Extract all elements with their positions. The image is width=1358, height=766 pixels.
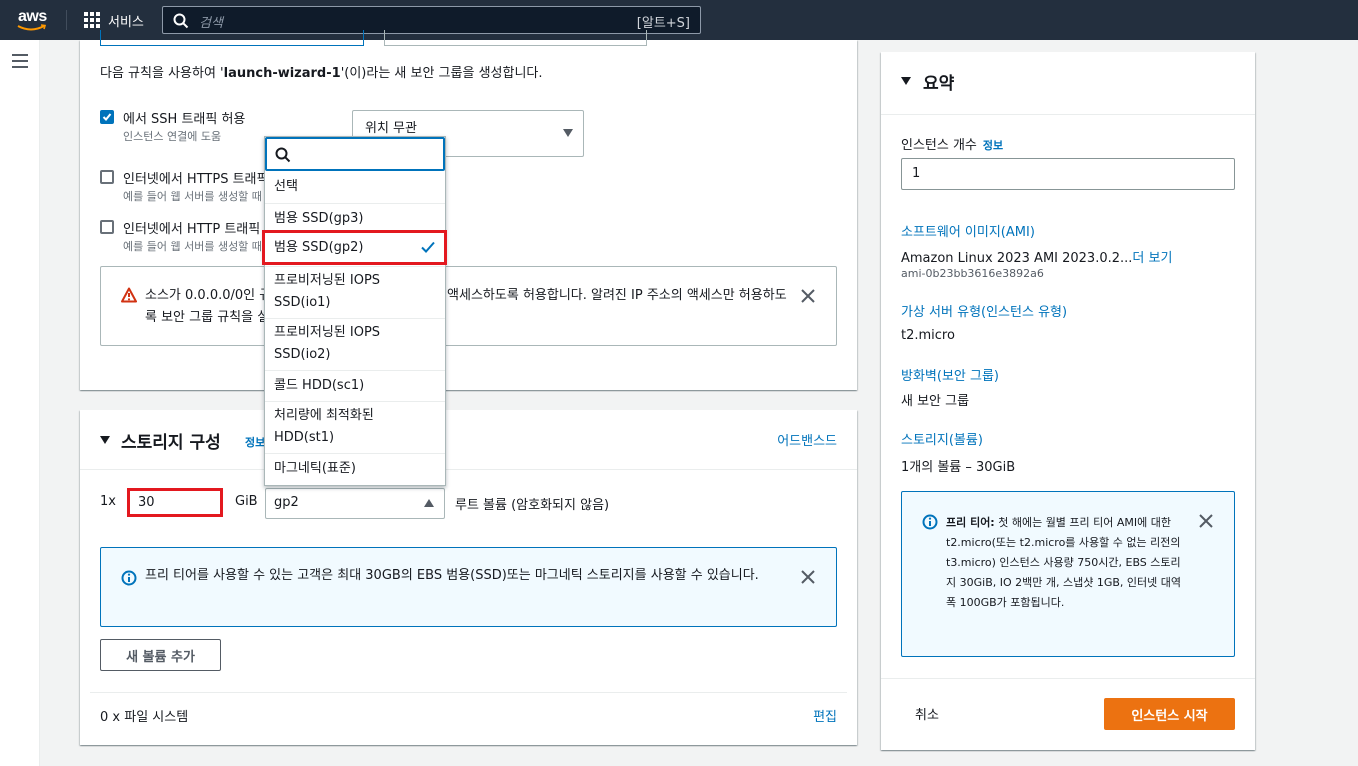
aws-logo[interactable]: aws [16, 8, 52, 32]
root-volume-note: 루트 볼륨 (암호화되지 않음) [455, 498, 610, 513]
subnet-input[interactable] [100, 30, 364, 46]
filesystem-count: 0 x 파일 시스템 [100, 710, 189, 725]
filesystem-edit-link[interactable]: 편집 [813, 706, 837, 725]
services-menu-button[interactable]: 서비스 [84, 10, 144, 30]
check-icon [102, 113, 112, 121]
dropdown-option[interactable]: 선택 [265, 173, 445, 203]
check-icon [421, 241, 435, 253]
side-rail [0, 40, 40, 766]
summary-header: 요약 [881, 52, 1255, 115]
instance-count-input[interactable]: 1 [901, 158, 1235, 190]
storage-link[interactable]: 스토리지(볼륨) [901, 429, 983, 448]
volume-type-select[interactable]: gp2 [265, 488, 445, 519]
search-icon [173, 13, 189, 29]
ami-more-link[interactable]: 더 보기 [1132, 251, 1172, 266]
firewall-link[interactable]: 방화벽(보안 그룹) [901, 365, 999, 384]
volume-size-value: 30 [138, 495, 155, 510]
http-checkbox[interactable] [100, 220, 114, 234]
collapse-caret-icon[interactable] [100, 436, 110, 444]
instance-count-label: 인스턴스 개수 정보 [901, 138, 1004, 153]
search-shortcut: [알트+S] [636, 16, 690, 31]
close-icon[interactable] [801, 289, 815, 303]
grid-icon [84, 12, 100, 28]
storage-info-link[interactable]: 정보 [245, 434, 265, 450]
collapse-caret-icon[interactable] [901, 77, 911, 85]
dropdown-option[interactable]: 프로비저닝된 IOPS SSD(io2) [265, 318, 445, 370]
ssh-source-value: 위치 무관 [365, 121, 417, 136]
free-tier-storage-alert: 프리 티어를 사용할 수 있는 고객은 최대 30GB의 EBS 범용(SSD)… [100, 547, 837, 627]
aws-smile-icon [17, 24, 47, 31]
free-tier-storage-text: 프리 티어를 사용할 수 있는 고객은 최대 30GB의 EBS 범용(SSD)… [145, 568, 759, 583]
volume-size-input[interactable]: 30 [127, 488, 223, 517]
storage-title: 스토리지 구성 [121, 433, 221, 453]
caret-down-icon [563, 129, 573, 137]
https-description: 예를 들어 웹 서버를 생성할 때 [123, 190, 262, 203]
volume-type-value: gp2 [274, 495, 299, 510]
security-group-rule-text: 다음 규칙을 사용하여 'launch-wizard-1'(이)라는 새 보안 … [100, 66, 543, 81]
dropdown-option[interactable]: 콜드 HDD(sc1) [265, 370, 445, 401]
storage-config-panel: 스토리지 구성 정보 어드밴스드 1x 30 GiB gp2 루트 볼륨 (암호… [80, 410, 857, 745]
ami-value: Amazon Linux 2023 AMI 2023.0.2...더 보기 [901, 251, 1173, 266]
ssh-description: 인스턴스 연결에 도움 [123, 130, 222, 143]
instance-count-info-link[interactable]: 정보 [983, 139, 1003, 152]
public-ip-input[interactable] [384, 30, 647, 46]
ami-link[interactable]: 소프트웨어 이미지(AMI) [901, 221, 1035, 240]
instance-type-link[interactable]: 가상 서버 유형(인스턴스 유형) [901, 301, 1067, 320]
divider [90, 692, 847, 693]
close-icon[interactable] [1199, 514, 1213, 528]
warning-icon [121, 287, 137, 303]
dropdown-option-label: 범용 SSD(gp2) [274, 240, 364, 255]
nav-divider [66, 10, 67, 30]
dropdown-option[interactable]: 처리량에 최적화된 HDD(st1) [265, 401, 445, 453]
info-icon [121, 570, 137, 586]
https-checkbox[interactable] [100, 170, 114, 184]
free-tier-alert: 프리 티어: 첫 해에는 월별 프리 티어 AMI에 대한 t2.micro(또… [901, 491, 1235, 657]
instance-count-value: 1 [912, 166, 921, 181]
volume-unit: GiB [235, 494, 258, 509]
free-tier-text: 프리 티어: 첫 해에는 월별 프리 티어 AMI에 대한 t2.micro(또… [946, 516, 1181, 609]
dropdown-option[interactable]: 프로비저닝된 IOPS SSD(io1) [265, 266, 445, 318]
security-group-name: launch-wizard-1 [223, 66, 341, 81]
search-icon [275, 147, 291, 163]
summary-title: 요약 [923, 74, 955, 94]
storage-value: 1개의 볼륨 – 30GiB [901, 460, 1016, 475]
ami-id: ami-0b23bb3616e3892a6 [901, 267, 1044, 280]
network-settings-panel: 다음 규칙을 사용하여 'launch-wizard-1'(이)라는 새 보안 … [80, 30, 857, 390]
firewall-value: 새 보안 그룹 [901, 394, 970, 409]
close-icon[interactable] [801, 570, 815, 584]
dropdown-option[interactable]: 마그네틱(표준) [265, 453, 445, 485]
ssh-label: 에서 SSH 트래픽 허용 [123, 112, 246, 127]
advanced-link[interactable]: 어드밴스드 [777, 430, 837, 449]
http-description: 예를 들어 웹 서버를 생성할 때 [123, 240, 262, 253]
divider [881, 678, 1255, 679]
security-warning-alert: 소스가 0.0.0.0/0인 규칙은 모든 IP 주소가 인스턴스에 액세스하도… [100, 266, 837, 346]
summary-panel: 요약 인스턴스 개수 정보 1 소프트웨어 이미지(AMI) Amazon Lin… [881, 52, 1255, 750]
dropdown-option[interactable]: 범용 SSD(gp3) [265, 203, 445, 233]
volume-type-dropdown: 선택 범용 SSD(gp3) 범용 SSD(gp2) 프로비저닝된 IOPS S… [262, 136, 447, 486]
search-placeholder: 검색 [199, 16, 223, 31]
launch-instance-button[interactable]: 인스턴스 시작 [1104, 698, 1235, 730]
services-label: 서비스 [108, 14, 144, 30]
menu-icon[interactable] [12, 54, 28, 68]
dropdown-search-input[interactable] [265, 137, 445, 171]
volume-count: 1x [100, 494, 116, 509]
ssh-checkbox[interactable] [100, 110, 114, 124]
add-volume-button[interactable]: 새 볼륨 추가 [100, 639, 221, 671]
instance-type-value: t2.micro [901, 328, 955, 343]
dropdown-option-selected[interactable]: 범용 SSD(gp2) [262, 230, 447, 265]
warning-text: 소스가 0.0.0.0/0인 규칙은 모든 IP 주소가 인스턴스에 액세스하도… [145, 288, 787, 325]
storage-header: 스토리지 구성 정보 어드밴스드 [80, 410, 857, 470]
cancel-button[interactable]: 취소 [915, 704, 939, 723]
info-icon [922, 514, 938, 530]
caret-up-icon [424, 499, 434, 507]
